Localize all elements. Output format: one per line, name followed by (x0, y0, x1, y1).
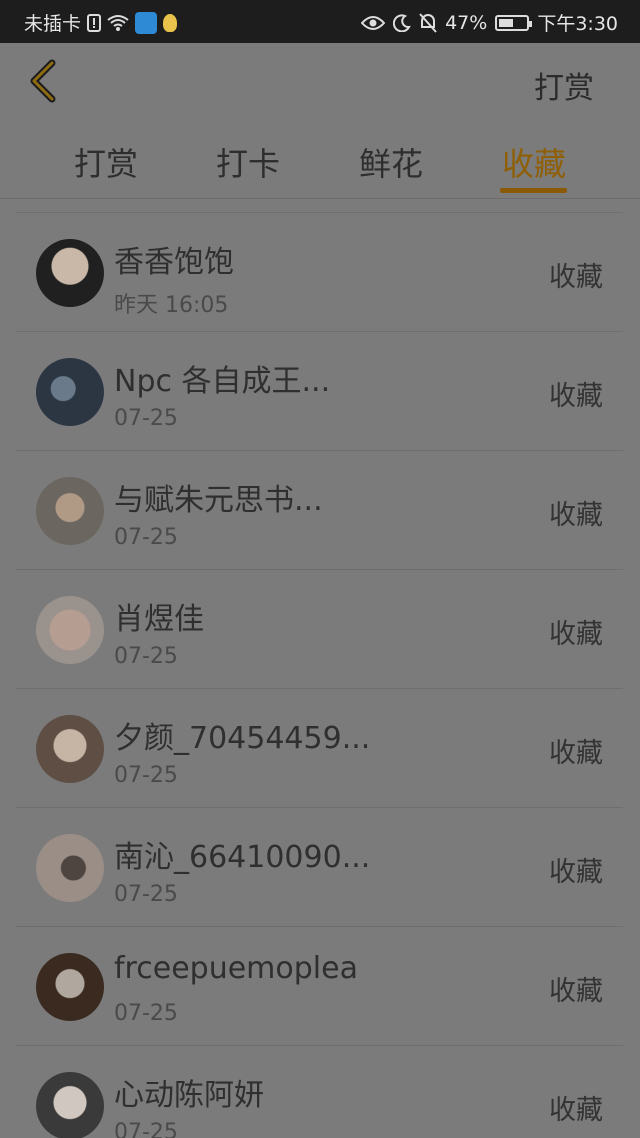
favorite-label: 收藏 (549, 738, 603, 769)
timestamp: 昨天 16:05 (114, 293, 229, 318)
avatar[interactable] (36, 1072, 104, 1138)
list-item[interactable]: 香香饱饱 昨天 16:05 收藏 (16, 213, 623, 332)
carrier-text: 未插卡 (24, 13, 82, 35)
tab-reward[interactable]: 打赏 (56, 139, 156, 185)
favorite-label: 收藏 (549, 619, 603, 650)
avatar[interactable] (36, 358, 104, 426)
avatar[interactable] (36, 834, 104, 902)
timestamp: 07-25 (114, 882, 178, 907)
user-name: 夕颜_70454459... (114, 721, 371, 756)
user-name: Npc 各自成王... (114, 364, 331, 399)
avatar[interactable] (36, 715, 104, 783)
wifi-icon (107, 14, 129, 32)
tab-favorites[interactable]: 收藏 (484, 139, 584, 185)
avatar[interactable] (36, 596, 104, 664)
favorites-list: 香香饱饱 昨天 16:05 收藏 Npc 各自成王... 07-25 收藏 与赋… (16, 212, 623, 1138)
eye-icon (361, 15, 386, 31)
list-item[interactable]: 心动陈阿妍 07-25 收藏 (16, 1046, 623, 1138)
user-name: 肖煜佳 (114, 602, 204, 637)
bell-off-icon (419, 12, 437, 33)
clock: 下午3:30 (537, 13, 618, 35)
sim-alert-icon (87, 13, 102, 32)
timestamp: 07-25 (114, 644, 178, 669)
user-name: 南沁_66410090... (114, 840, 371, 875)
list-item[interactable]: 南沁_66410090... 07-25 收藏 (16, 808, 623, 927)
favorite-label: 收藏 (549, 1095, 603, 1126)
tab-bar: 打赏 打卡 鲜花 收藏 (0, 121, 640, 199)
user-name: 心动陈阿妍 (114, 1078, 264, 1113)
avatar[interactable] (36, 477, 104, 545)
user-name: frceepuemoplea (114, 951, 358, 986)
favorite-label: 收藏 (549, 857, 603, 888)
list-item[interactable]: 夕颜_70454459... 07-25 收藏 (16, 689, 623, 808)
timestamp: 07-25 (114, 406, 178, 431)
app-header: 打赏 (0, 43, 640, 121)
tab-flowers[interactable]: 鲜花 (341, 139, 441, 185)
timestamp: 07-25 (114, 1120, 178, 1138)
favorite-label: 收藏 (549, 500, 603, 531)
user-name: 香香饱饱 (114, 245, 234, 280)
avatar[interactable] (36, 239, 104, 307)
lightbulb-icon (163, 13, 178, 32)
app-notification-icon (135, 11, 158, 34)
favorite-label: 收藏 (549, 976, 603, 1007)
back-arrow-icon[interactable] (26, 59, 60, 103)
status-bar: 未插卡 47% 下午3:30 (0, 0, 640, 43)
moon-icon (393, 13, 411, 32)
list-item[interactable]: Npc 各自成王... 07-25 收藏 (16, 332, 623, 451)
list-item[interactable]: 与赋朱元思书... 07-25 收藏 (16, 451, 623, 570)
reward-button[interactable]: 打赏 (534, 63, 594, 107)
list-item[interactable]: 肖煜佳 07-25 收藏 (16, 570, 623, 689)
avatar[interactable] (36, 953, 104, 1021)
timestamp: 07-25 (114, 525, 178, 550)
active-tab-indicator (500, 188, 567, 193)
favorite-label: 收藏 (549, 262, 603, 293)
timestamp: 07-25 (114, 1001, 178, 1026)
timestamp: 07-25 (114, 763, 178, 788)
list-item[interactable]: frceepuemoplea 07-25 收藏 (16, 927, 623, 1046)
tab-checkin[interactable]: 打卡 (198, 139, 298, 185)
favorite-label: 收藏 (549, 381, 603, 412)
battery-percent: 47% (445, 11, 488, 34)
user-name: 与赋朱元思书... (114, 483, 323, 518)
battery-icon (495, 14, 533, 31)
